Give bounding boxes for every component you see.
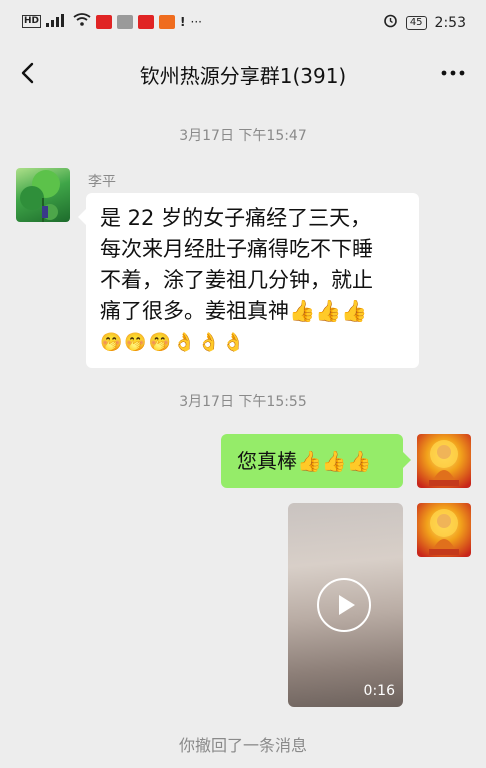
chat-header: 钦州热源分享群1(391) xyxy=(0,46,486,104)
recall-notice: 你撤回了一条消息 xyxy=(178,736,307,755)
clock: 2:53 xyxy=(434,14,466,31)
my-avatar[interactable] xyxy=(417,503,471,557)
wifi-icon xyxy=(73,13,91,30)
status-indicators: HD ! ··· xyxy=(22,13,202,30)
my-avatar[interactable] xyxy=(417,434,471,488)
message-bubble-sent[interactable]: 您真棒👍👍👍 xyxy=(221,434,411,488)
message-timestamp: 3月17日 下午15:47 xyxy=(179,128,307,144)
message-text-line: 每次来月经肚子痛得吃不下睡 xyxy=(100,237,373,261)
hd-indicator: HD xyxy=(22,15,42,28)
app-notification-icon xyxy=(117,14,134,29)
app-notification-icon xyxy=(96,14,113,29)
status-right: 45 2:53 xyxy=(383,13,466,32)
more-notifications-icon: ··· xyxy=(190,14,202,29)
buddha-image xyxy=(429,440,459,486)
buddha-image xyxy=(429,509,459,555)
chat-title: 钦州热源分享群1(391) xyxy=(139,64,347,88)
video-duration: 0:16 xyxy=(363,683,395,699)
more-button[interactable] xyxy=(438,58,468,88)
signal-icon xyxy=(46,13,68,30)
emoji-row: 🤭🤭🤭👌👌👌 xyxy=(100,332,247,353)
sender-name: 李平 xyxy=(88,174,116,190)
message-text: 您真棒👍👍👍 xyxy=(237,449,372,473)
message-text-line: 是 22 岁的女子痛经了三天， xyxy=(100,206,372,230)
alarm-icon xyxy=(383,13,398,32)
message-text-line: 痛了很多。姜祖真神👍👍👍 xyxy=(100,299,368,323)
message-timestamp: 3月17日 下午15:55 xyxy=(179,394,307,410)
message-bubble-received[interactable]: 是 22 岁的女子痛经了三天， 每次来月经肚子痛得吃不下睡 不着，涂了姜祖几分钟… xyxy=(78,193,419,368)
lotus-image xyxy=(20,170,60,222)
message-text-line: 不着，涂了姜祖几分钟，就止 xyxy=(100,268,373,292)
app-notification-icon xyxy=(159,14,176,29)
sender-avatar[interactable] xyxy=(16,168,70,222)
video-message[interactable]: 0:16 xyxy=(288,503,403,707)
battery-indicator: 45 xyxy=(405,15,427,30)
play-icon[interactable] xyxy=(317,578,371,632)
alert-icon: ! xyxy=(180,14,186,29)
more-icon xyxy=(441,70,465,76)
status-bar: HD ! ··· 45 2:53 xyxy=(0,0,486,46)
app-notification-icon xyxy=(138,14,155,29)
